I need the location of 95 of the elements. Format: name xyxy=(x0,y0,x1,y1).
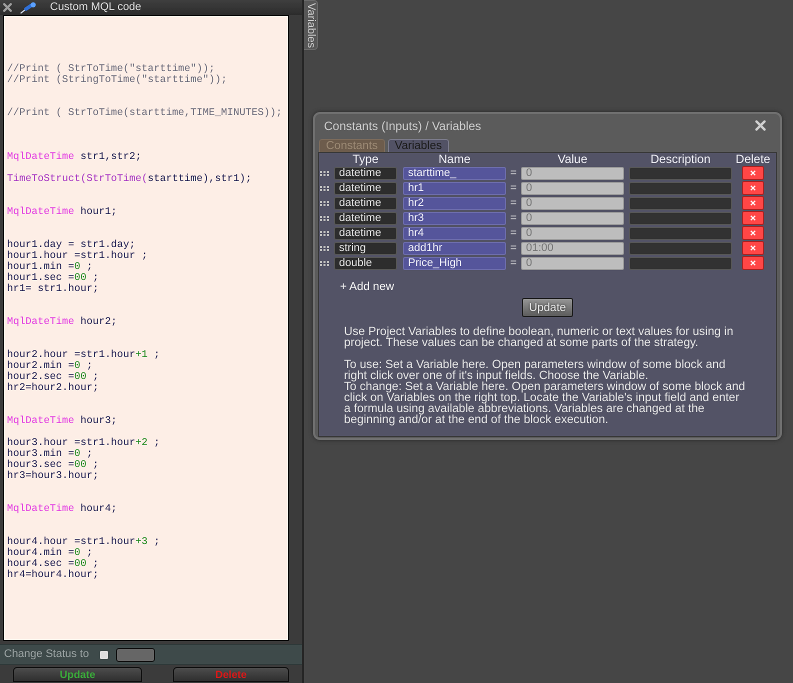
code-line: hour1.sec =00 ; xyxy=(7,273,99,284)
code-line: hour2.sec =00 ; xyxy=(7,372,99,383)
drag-handle-icon[interactable] xyxy=(320,186,329,190)
code-line: hr3=hour3.hour; xyxy=(7,471,99,482)
delete-button[interactable] xyxy=(742,196,764,210)
type-field[interactable]: string xyxy=(334,242,397,254)
drag-handle-icon[interactable] xyxy=(320,200,329,206)
help-text: To change: Set a Variable here. Open parameters window of some block and click on Variables on the right top. Locate the Variable's input field and enter a formula using available abbreviations. Variables are changed at the beginning and/or at the end of the block execution. xyxy=(344,381,746,425)
code-line: hour1.min =0 ; xyxy=(7,262,93,273)
equals-sign: = xyxy=(510,258,517,268)
close-icon[interactable] xyxy=(3,3,12,12)
description-field[interactable] xyxy=(629,196,732,210)
column-header: Description xyxy=(650,153,711,165)
description-field[interactable] xyxy=(629,182,732,194)
delete-button[interactable] xyxy=(742,226,764,240)
column-header: Type xyxy=(352,153,378,165)
code-line: hour1.day = str1.day; xyxy=(7,240,136,251)
description-field[interactable] xyxy=(629,212,732,224)
status-label: Change Status to xyxy=(4,648,90,661)
help-text: To use: Set a Variable here. Open parameters window of some block and right click over one of it's input fields. Choose the Variable. xyxy=(344,359,726,381)
type-field[interactable]: datetime xyxy=(334,226,397,240)
code-line: hr4=hour4.hour; xyxy=(7,570,99,581)
drag-handle-icon[interactable] xyxy=(320,246,329,250)
type-field[interactable]: datetime xyxy=(334,166,397,180)
help-text: Use Project Variables to define boolean, numeric or text values for using in project. These values can be changed at some parts of the strategy. xyxy=(344,326,734,348)
code-line: MqlDateTime hour3; xyxy=(7,416,118,427)
delete-button[interactable] xyxy=(742,241,764,255)
code-line: TimeToStruct(StrToTime(starttime),str1); xyxy=(7,174,252,185)
status-checkbox[interactable] xyxy=(100,650,108,658)
code-line: //Print (StringToTime("starttime")); xyxy=(7,75,228,86)
equals-sign: = xyxy=(510,198,517,208)
close-icon xyxy=(750,230,756,236)
code-line: MqlDateTime str1,str2; xyxy=(7,152,142,163)
type-field[interactable]: datetime xyxy=(334,182,397,194)
status-field[interactable] xyxy=(116,648,156,662)
code-line: hour4.min =0 ; xyxy=(7,548,93,559)
close-icon xyxy=(750,185,756,191)
dialog-title: Constants (Inputs) / Variables xyxy=(324,118,482,132)
delete-button[interactable] xyxy=(742,211,764,225)
close-icon xyxy=(750,260,756,266)
name-field[interactable]: hr4 xyxy=(403,226,506,240)
close-icon xyxy=(750,200,756,206)
name-field[interactable]: hr2 xyxy=(403,196,506,210)
code-line: hour3.hour =str1.hour+2 ; xyxy=(7,438,160,449)
close-icon xyxy=(750,245,756,251)
code-line: hour3.sec =00 ; xyxy=(7,460,99,471)
add-new-link[interactable]: + Add new xyxy=(340,281,394,293)
column-header: Value xyxy=(558,153,588,165)
drag-handle-icon[interactable] xyxy=(320,216,329,220)
drag-handle-icon[interactable] xyxy=(320,260,329,266)
code-line: hour2.min =0 ; xyxy=(7,361,93,372)
code-line: hr1= str1.hour; xyxy=(7,284,99,295)
name-field[interactable]: starttime_ xyxy=(403,166,506,180)
code-line: MqlDateTime hour4; xyxy=(7,504,118,515)
description-field[interactable] xyxy=(629,256,732,270)
close-icon xyxy=(750,215,756,221)
equals-sign: = xyxy=(510,242,517,254)
drag-handle-icon[interactable] xyxy=(320,170,329,176)
code-line: hour2.hour =str1.hour+1 ; xyxy=(7,350,160,361)
code-line: hr2=hour2.hour; xyxy=(7,383,99,394)
type-field[interactable]: datetime xyxy=(334,212,397,224)
code-line: MqlDateTime hour1; xyxy=(7,207,118,218)
code-line: MqlDateTime hour2; xyxy=(7,317,118,328)
pin-icon[interactable] xyxy=(20,1,37,14)
column-header: Delete xyxy=(736,153,770,165)
equals-sign: = xyxy=(510,168,517,178)
variables-tab[interactable]: Variables xyxy=(304,0,318,50)
close-icon[interactable] xyxy=(755,120,766,131)
code-line: hour4.sec =00 ; xyxy=(7,559,99,570)
name-field[interactable]: Price_High xyxy=(403,256,506,270)
code-line: hour4.hour =str1.hour+3 ; xyxy=(7,537,160,548)
equals-sign: = xyxy=(510,228,517,238)
update-button[interactable]: Update xyxy=(522,298,573,317)
name-field[interactable]: hr3 xyxy=(403,212,506,224)
type-field[interactable]: datetime xyxy=(334,196,397,210)
code-line: hour1.hour =str1.hour ; xyxy=(7,251,148,262)
equals-sign: = xyxy=(510,212,517,224)
code-line: hour3.min =0 ; xyxy=(7,449,93,460)
description-field[interactable] xyxy=(629,166,732,180)
delete-button[interactable] xyxy=(742,166,764,180)
code-line: //Print ( StrToTime(starttime,TIME_MINUTES)); xyxy=(7,108,282,119)
name-field[interactable]: hr1 xyxy=(403,182,506,194)
delete-button[interactable] xyxy=(742,181,764,195)
drag-handle-icon[interactable] xyxy=(320,230,329,236)
code-line: //Print ( StrToTime("starttime")); xyxy=(7,64,215,75)
panel-title: Custom MQL code xyxy=(50,1,142,14)
description-field[interactable] xyxy=(629,242,732,254)
close-icon xyxy=(750,170,756,176)
column-header: Name xyxy=(438,153,470,165)
description-field[interactable] xyxy=(629,226,732,240)
equals-sign: = xyxy=(510,182,517,194)
type-field[interactable]: double xyxy=(334,256,397,270)
delete-button[interactable] xyxy=(742,256,764,270)
update-button[interactable]: Update xyxy=(13,667,142,682)
name-field[interactable]: add1hr xyxy=(403,242,506,254)
